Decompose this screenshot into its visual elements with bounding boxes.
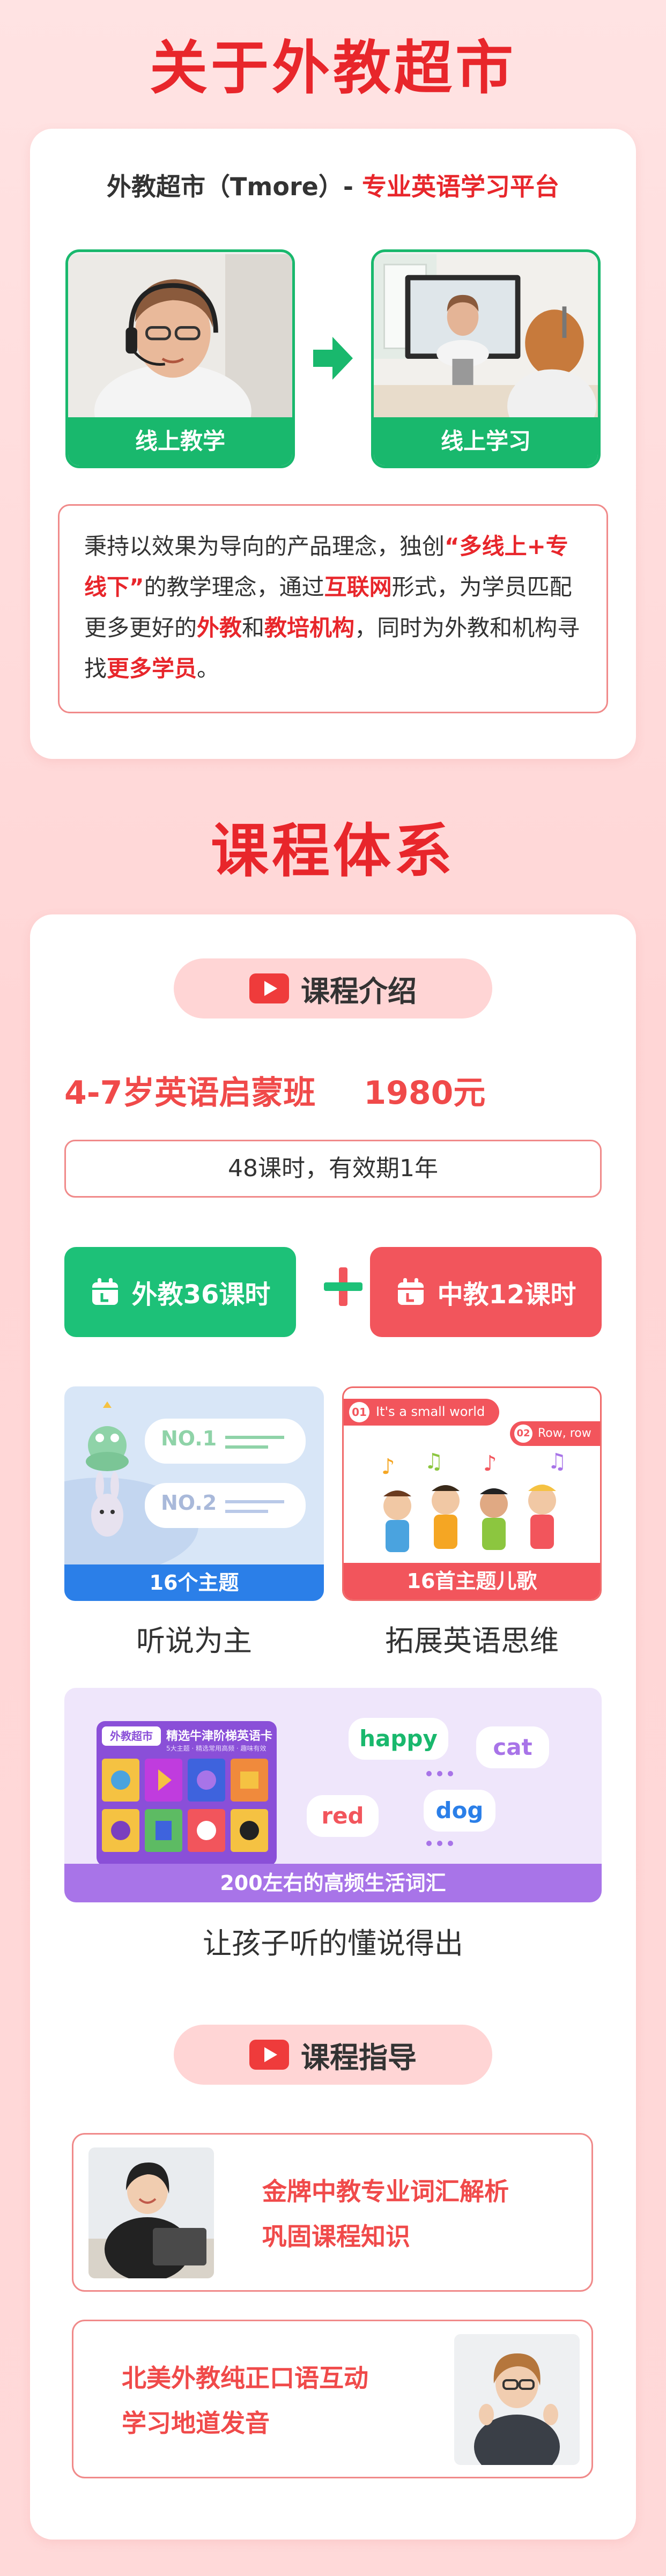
vocab-card: 外教超市 精选牛津阶梯英语卡 5大主题 · 精选常用高频 · 趣味有效 happ…	[64, 1688, 602, 1902]
vocab-book: 外教超市 精选牛津阶梯英语卡 5大主题 · 精选常用高频 · 趣味有效	[97, 1721, 277, 1866]
foreign-teacher-image	[454, 2334, 580, 2465]
topics-caption: 16个主题	[64, 1564, 324, 1601]
about-heading-highlight: 专业英语学习平台	[361, 172, 559, 201]
word-bubble-cat: cat	[476, 1726, 549, 1768]
about-card: 外教超市（Tmore）- 专业英语学习平台 线上教学 线上学习 秉持以效果为导向…	[30, 129, 636, 759]
online-teaching-caption: 线上教学	[68, 417, 292, 466]
book-subtitle: 5大主题 · 精选常用高频 · 趣味有效	[166, 1745, 267, 1752]
guide-item2-text: 北美外教纯正口语互动 学习地道发音	[122, 2356, 368, 2446]
about-intro-text: 秉持以效果为导向的产品理念，独创“多线上+专线下”的教学理念，通过互联网形式，为…	[58, 504, 608, 713]
topic-no2-label: NO.2	[161, 1491, 217, 1515]
svg-text:♫: ♫	[547, 1449, 567, 1474]
dots-decoration-icon	[426, 1841, 453, 1846]
topic-no1-label: NO.1	[161, 1427, 217, 1450]
topics-card: NO.1 NO.2 16个主题	[64, 1386, 324, 1601]
online-learning-photo: 线上学习	[371, 249, 601, 468]
course-intro-label: 课程介绍	[301, 974, 417, 1008]
class-name: 4-7岁英语启蒙班	[64, 1074, 316, 1112]
about-intro-segment: 和	[242, 615, 265, 641]
about-section-title: 关于外教超市	[149, 35, 516, 102]
song-number-2: 02	[514, 1424, 532, 1443]
calendar-icon	[92, 1278, 118, 1305]
song-title-1: It's a small world	[376, 1404, 485, 1419]
listen-speak-label: 听说为主	[136, 1624, 252, 1658]
about-heading-prefix: 外教超市（Tmore）-	[107, 172, 362, 201]
chinese-teacher-image	[88, 2147, 214, 2278]
vocab-caption: 200左右的高频生活词汇	[64, 1864, 602, 1902]
about-intro-segment: 。	[197, 655, 220, 682]
book-tag: 外教超市	[102, 1726, 161, 1746]
foreign-teacher-hours: 外教36课时	[131, 1280, 271, 1310]
course-guide-pill: 课程指导	[174, 2025, 492, 2085]
online-teaching-photo: 线上教学	[65, 249, 295, 468]
about-intro-segment: 教培机构	[264, 615, 355, 641]
chinese-teacher-hours: 中教12课时	[437, 1280, 576, 1310]
guide-item1-line2: 巩固课程知识	[262, 2222, 410, 2251]
guide-item2-line2: 学习地道发音	[122, 2409, 270, 2438]
class-price: 1980元	[364, 1074, 486, 1112]
word-bubble-red: red	[307, 1795, 379, 1837]
about-intro-segment: 更多学员	[107, 655, 197, 682]
word-bubble-happy: happy	[349, 1718, 448, 1760]
svg-text:♫: ♫	[424, 1449, 443, 1474]
about-intro-segment: 的教学理念，通过	[144, 574, 324, 600]
chinese-teacher-hours-badge: 中教12课时	[370, 1247, 602, 1337]
student-at-computer-image	[374, 254, 598, 423]
guide-item2-line1: 北美外教纯正口语互动	[122, 2364, 368, 2393]
teacher-with-headset-image	[68, 254, 292, 423]
course-intro-pill: 课程介绍	[174, 958, 492, 1018]
about-intro-segment: 外教	[197, 615, 242, 641]
songs-card: 01 It's a small world 02 Row, row ♪ ♫ ♪ …	[342, 1386, 602, 1601]
chinese-teacher-photo	[88, 2147, 214, 2278]
dots-decoration-icon	[426, 1771, 453, 1776]
foreign-teacher-photo	[454, 2334, 580, 2465]
songs-caption: 16首主题儿歌	[344, 1563, 600, 1599]
guide-item1-text: 金牌中教专业词汇解析 巩固课程知识	[262, 2169, 509, 2259]
about-intro-segment: 互联网	[324, 574, 392, 600]
svg-text:♪: ♪	[381, 1455, 395, 1479]
vocab-flashcards-image	[102, 1759, 268, 1852]
vocab-summary: 让孩子听的懂说得出	[203, 1927, 463, 1960]
lessons-info: 48课时，有效期1年	[64, 1140, 602, 1198]
book-title: 精选牛津阶梯英语卡	[166, 1730, 273, 1743]
guide-item1-line1: 金牌中教专业词汇解析	[262, 2177, 509, 2206]
play-icon	[249, 2040, 289, 2070]
page: 关于外教超市 外教超市（Tmore）- 专业英语学习平台 线上教学 线上学习 秉…	[0, 0, 666, 2576]
calendar-icon	[397, 1278, 424, 1305]
about-intro-segment: 秉持以效果为导向的产品理念，独创	[84, 533, 445, 559]
song-title-2: Row, row	[538, 1427, 591, 1440]
topics-illustration	[64, 1401, 306, 1574]
online-learning-caption: 线上学习	[374, 417, 598, 466]
about-heading: 外教超市（Tmore）- 专业英语学习平台	[30, 167, 636, 203]
course-card: 课程介绍 4-7岁英语启蒙班 1980元 48课时，有效期1年 外教36课时 中…	[30, 914, 636, 2540]
course-guide-label: 课程指导	[301, 2040, 417, 2075]
thinking-label: 拓展英语思维	[385, 1624, 559, 1658]
course-title: 4-7岁英语启蒙班 1980元	[64, 1067, 485, 1113]
foreign-teacher-hours-badge: 外教36课时	[64, 1247, 296, 1337]
arrow-right-icon	[313, 337, 353, 380]
guide-item-chinese-teacher: 金牌中教专业词汇解析 巩固课程知识	[72, 2133, 593, 2292]
play-icon	[249, 973, 289, 1003]
song-number-1: 01	[349, 1402, 369, 1422]
svg-text:♪: ♪	[483, 1451, 497, 1476]
word-bubble-dog: dog	[424, 1790, 495, 1832]
singing-children-illustration: ♪ ♫ ♪ ♫	[381, 1449, 567, 1552]
plus-icon	[324, 1267, 362, 1306]
song-tag-2: 02 Row, row	[510, 1421, 600, 1446]
song-tag-1: 01 It's a small world	[344, 1399, 499, 1426]
guide-item-foreign-teacher: 北美外教纯正口语互动 学习地道发音	[72, 2320, 593, 2478]
course-section-title: 课程体系	[210, 818, 455, 885]
